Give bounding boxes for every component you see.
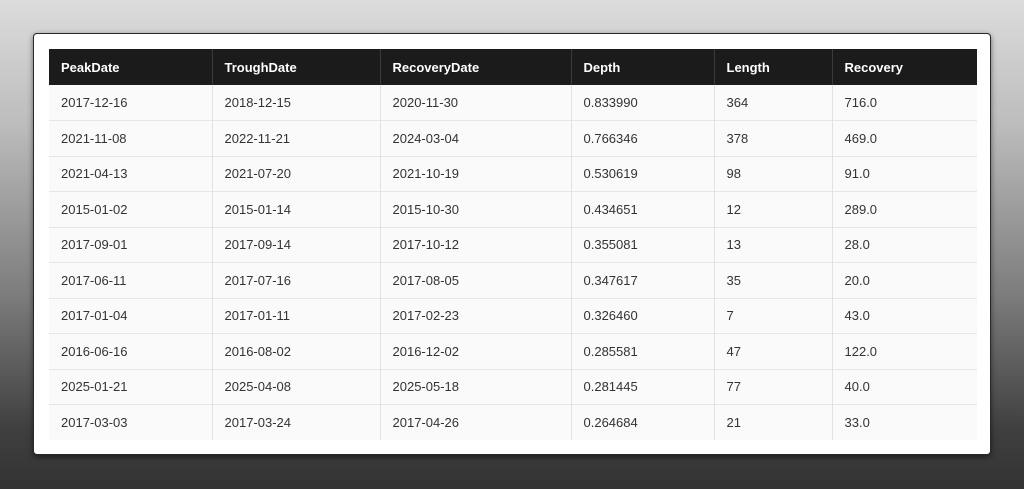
cell-depth: 0.530619 <box>571 155 715 192</box>
cell-length: 98 <box>714 155 833 192</box>
cell-peakdate: 2017-09-01 <box>49 226 213 263</box>
column-header-length[interactable]: Length <box>714 49 833 85</box>
cell-troughdate: 2015-01-14 <box>212 191 381 227</box>
cell-recovery: 122.0 <box>832 333 977 369</box>
table-row: 2021-04-13 2021-07-20 2021-10-19 0.53061… <box>49 155 977 192</box>
cell-troughdate: 2018-12-15 <box>212 85 381 121</box>
cell-length: 364 <box>714 85 833 121</box>
cell-peakdate: 2015-01-02 <box>49 191 213 227</box>
table-row: 2017-06-11 2017-07-16 2017-08-05 0.34761… <box>49 262 977 298</box>
cell-troughdate: 2025-04-08 <box>212 368 381 405</box>
cell-depth: 0.434651 <box>571 191 715 227</box>
cell-troughdate: 2017-03-24 <box>212 404 381 440</box>
drawdown-table: PeakDate TroughDate RecoveryDate Depth L… <box>49 49 977 440</box>
cell-recoverydate: 2020-11-30 <box>380 85 572 121</box>
table-row: 2017-03-03 2017-03-24 2017-04-26 0.26468… <box>49 404 977 440</box>
cell-recovery: 91.0 <box>832 155 977 192</box>
cell-length: 35 <box>714 262 833 298</box>
cell-recovery: 43.0 <box>832 297 977 334</box>
table-row: 2017-01-04 2017-01-11 2017-02-23 0.32646… <box>49 297 977 334</box>
cell-depth: 0.766346 <box>571 120 715 156</box>
cell-depth: 0.347617 <box>571 262 715 298</box>
drawdown-table-card: PeakDate TroughDate RecoveryDate Depth L… <box>33 33 991 455</box>
cell-recoverydate: 2017-10-12 <box>380 226 572 263</box>
column-header-recoverydate[interactable]: RecoveryDate <box>380 49 572 85</box>
cell-troughdate: 2022-11-21 <box>212 120 381 156</box>
cell-depth: 0.326460 <box>571 297 715 334</box>
cell-troughdate: 2017-01-11 <box>212 297 381 334</box>
cell-depth: 0.281445 <box>571 368 715 405</box>
cell-length: 77 <box>714 368 833 405</box>
cell-peakdate: 2017-03-03 <box>49 404 213 440</box>
cell-troughdate: 2017-07-16 <box>212 262 381 298</box>
cell-recoverydate: 2017-08-05 <box>380 262 572 298</box>
cell-recoverydate: 2025-05-18 <box>380 368 572 405</box>
cell-recovery: 469.0 <box>832 120 977 156</box>
cell-length: 13 <box>714 226 833 263</box>
cell-length: 7 <box>714 297 833 334</box>
column-header-depth[interactable]: Depth <box>571 49 715 85</box>
cell-length: 47 <box>714 333 833 369</box>
cell-recoverydate: 2015-10-30 <box>380 191 572 227</box>
table-row: 2016-06-16 2016-08-02 2016-12-02 0.28558… <box>49 333 977 369</box>
cell-depth: 0.285581 <box>571 333 715 369</box>
cell-recoverydate: 2017-02-23 <box>380 297 572 334</box>
cell-troughdate: 2016-08-02 <box>212 333 381 369</box>
table-row: 2021-11-08 2022-11-21 2024-03-04 0.76634… <box>49 120 977 156</box>
cell-troughdate: 2017-09-14 <box>212 226 381 263</box>
table-row: 2017-12-16 2018-12-15 2020-11-30 0.83399… <box>49 85 977 121</box>
cell-recoverydate: 2016-12-02 <box>380 333 572 369</box>
column-header-troughdate[interactable]: TroughDate <box>212 49 381 85</box>
cell-peakdate: 2017-06-11 <box>49 262 213 298</box>
cell-peakdate: 2021-11-08 <box>49 120 213 156</box>
cell-length: 378 <box>714 120 833 156</box>
table-header-row: PeakDate TroughDate RecoveryDate Depth L… <box>49 49 977 85</box>
cell-peakdate: 2025-01-21 <box>49 368 213 405</box>
table-container: PeakDate TroughDate RecoveryDate Depth L… <box>49 49 977 440</box>
cell-recovery: 716.0 <box>844 95 878 110</box>
cell-peakdate: 2017-12-16 <box>49 85 213 121</box>
cell-recoverydate: 2021-10-19 <box>380 155 572 192</box>
cell-recovery: 40.0 <box>832 368 977 405</box>
cell-recovery: 28.0 <box>832 226 977 263</box>
table-row: 2017-09-01 2017-09-14 2017-10-12 0.35508… <box>49 226 977 263</box>
table-row: 2025-01-21 2025-04-08 2025-05-18 0.28144… <box>49 368 977 405</box>
cell-recoverydate: 2024-03-04 <box>380 120 572 156</box>
cell-length: 12 <box>714 191 833 227</box>
cell-recoverydate: 2017-04-26 <box>380 404 572 440</box>
cell-recovery: 289.0 <box>832 191 977 227</box>
cell-troughdate: 2021-07-20 <box>212 155 381 192</box>
cell-recovery: 33.0 <box>832 404 977 440</box>
cell-depth: 0.355081 <box>571 226 715 263</box>
cell-depth: 0.833990 <box>571 85 715 121</box>
cell-depth: 0.264684 <box>571 404 715 440</box>
cell-length: 21 <box>714 404 833 440</box>
cell-peakdate: 2016-06-16 <box>49 333 213 369</box>
table-row: 2015-01-02 2015-01-14 2015-10-30 0.43465… <box>49 191 977 227</box>
column-header-recovery[interactable]: Recovery <box>832 49 977 85</box>
cell-peakdate: 2017-01-04 <box>49 297 213 334</box>
column-header-peakdate[interactable]: PeakDate <box>49 49 213 85</box>
cell-peakdate: 2021-04-13 <box>49 155 213 192</box>
cell-recovery: 20.0 <box>832 262 977 298</box>
